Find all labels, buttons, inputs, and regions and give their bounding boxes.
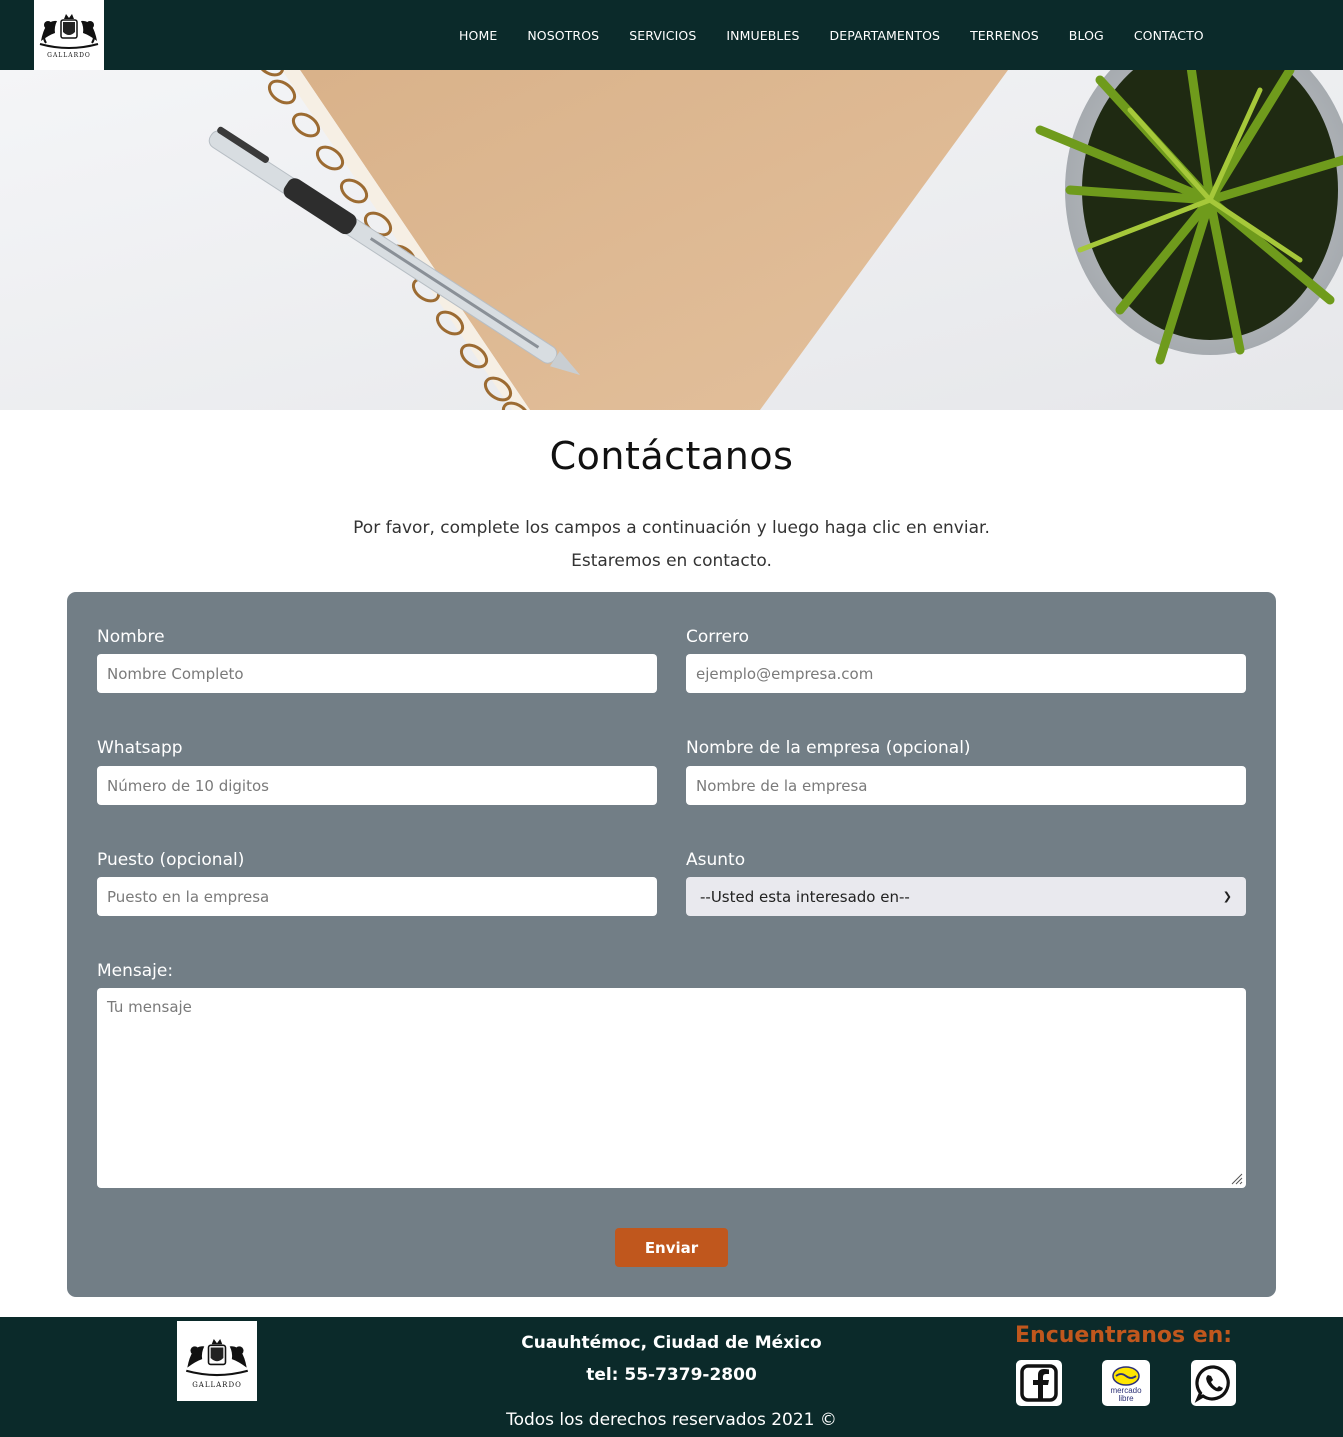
message-label: Mensaje: — [97, 961, 174, 981]
find-us-heading: Encuentranos en: — [1015, 1323, 1233, 1348]
nav-item-departamentos[interactable]: DEPARTAMENTOS — [815, 28, 956, 43]
message-textarea[interactable] — [97, 988, 1246, 1188]
chevron-down-icon: ❯ — [1222, 890, 1232, 903]
notebook-pen-plant-illustration — [0, 70, 1343, 410]
whatsapp-input[interactable] — [97, 766, 657, 805]
main-menu: HOME NOSOTROS SERVICIOS INMUEBLES DEPART… — [444, 0, 1219, 70]
crest-icon — [39, 14, 99, 49]
intro-line-1: Por favor, complete los campos a continu… — [353, 518, 990, 538]
hero-image — [0, 70, 1343, 410]
footer-copyright: Todos los derechos reservados 2021 © — [506, 1410, 837, 1430]
whatsapp-icon — [1194, 1365, 1230, 1403]
nav-item-inmuebles[interactable]: INMUEBLES — [711, 28, 814, 43]
whatsapp-link[interactable] — [1191, 1360, 1236, 1406]
nav-item-nosotros[interactable]: NOSOTROS — [512, 28, 614, 43]
email-input[interactable] — [686, 654, 1246, 693]
company-label: Nombre de la empresa (opcional) — [686, 738, 971, 758]
nav-item-terrenos[interactable]: TERRENOS — [955, 28, 1054, 43]
brand-logo[interactable]: GALLARDO — [34, 0, 104, 70]
position-label: Puesto (opcional) — [97, 850, 245, 870]
nav-item-servicios[interactable]: SERVICIOS — [614, 28, 711, 43]
mercado-libre-icon: mercado libre — [1110, 1366, 1142, 1403]
position-input[interactable] — [97, 877, 657, 916]
whatsapp-label: Whatsapp — [97, 738, 183, 758]
submit-button[interactable]: Enviar — [615, 1228, 728, 1267]
site-footer: GALLARDO Cuauhtémoc, Ciudad de México te… — [0, 1317, 1343, 1437]
name-label: Nombre — [97, 627, 165, 647]
logo-text: GALLARDO — [47, 52, 91, 59]
resize-handle-icon[interactable] — [1231, 1173, 1243, 1185]
subject-label: Asunto — [686, 850, 746, 870]
email-label: Correro — [686, 627, 750, 647]
facebook-icon — [1020, 1364, 1058, 1402]
subject-selected-value: --Usted esta interesado en-- — [700, 887, 910, 906]
intro-line-2: Estaremos en contacto. — [571, 551, 772, 571]
mercado-libre-link[interactable]: mercado libre — [1102, 1360, 1150, 1406]
facebook-link[interactable] — [1016, 1360, 1062, 1406]
page-title: Contáctanos — [549, 434, 794, 478]
company-input[interactable] — [686, 766, 1246, 805]
nav-item-blog[interactable]: BLOG — [1054, 28, 1119, 43]
top-navbar: GALLARDO HOME NOSOTROS SERVICIOS INMUEBL… — [0, 0, 1343, 70]
mercado-libre-logo-text-2: libre — [1118, 1394, 1134, 1403]
subject-select[interactable]: --Usted esta interesado en-- ❯ — [686, 877, 1246, 916]
name-input[interactable] — [97, 654, 657, 693]
nav-item-contacto[interactable]: CONTACTO — [1119, 28, 1219, 43]
contact-form: Nombre Correro Whatsapp Nombre de la emp… — [67, 592, 1276, 1297]
intro-text: Por favor, complete los campos a continu… — [0, 512, 1343, 578]
nav-item-home[interactable]: HOME — [444, 28, 512, 43]
